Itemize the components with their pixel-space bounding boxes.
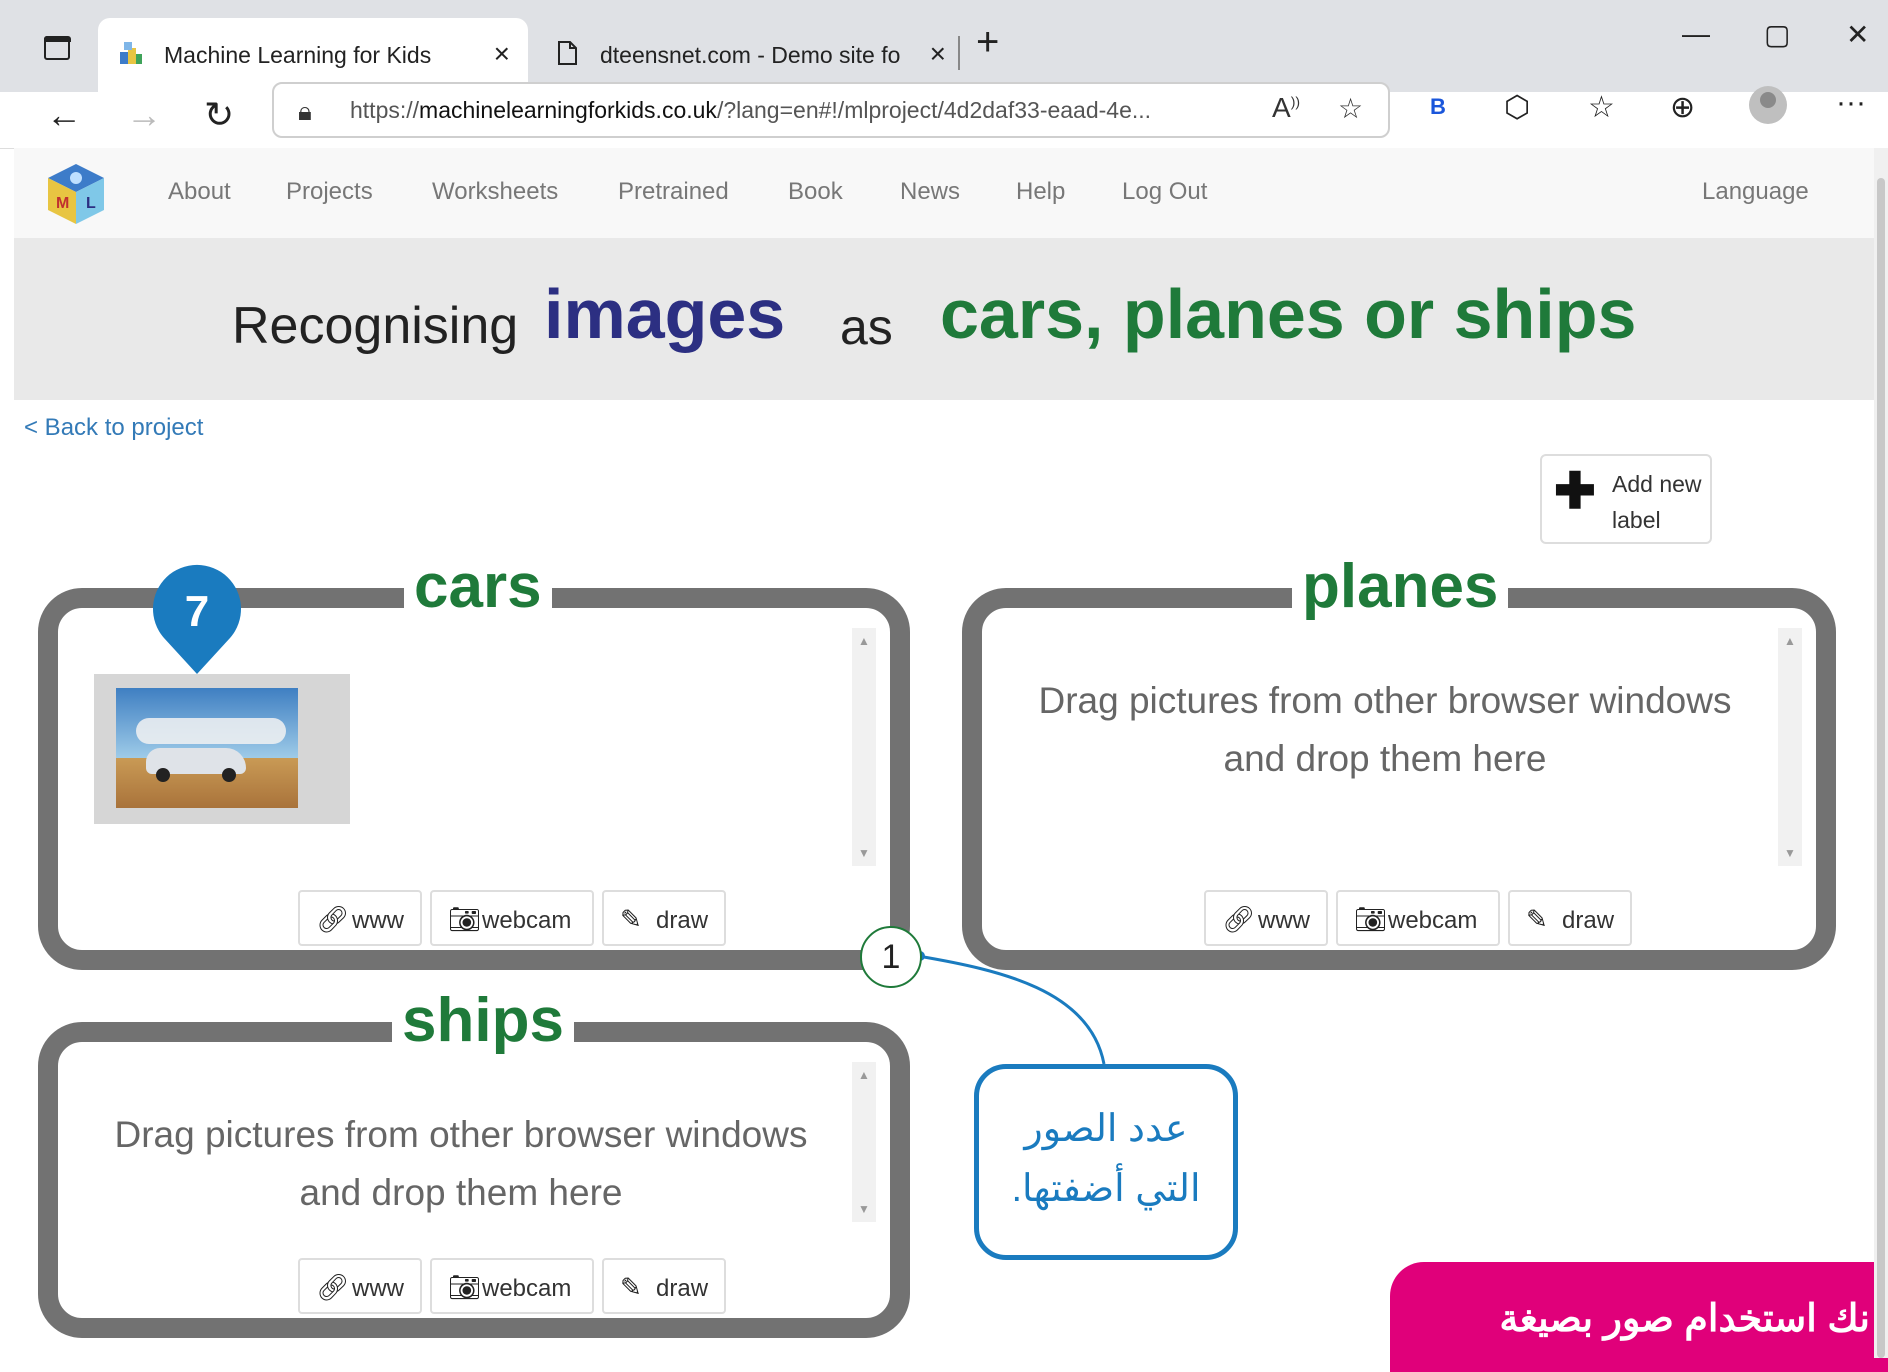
back-to-project-link[interactable]: < Back to project	[24, 414, 203, 442]
camera-icon: 📷︎	[448, 904, 482, 934]
callout-note: عدد الصور التي أضفتها.	[974, 1064, 1238, 1260]
svg-text:M: M	[56, 195, 69, 212]
extensions-icon[interactable]: ⬡	[1504, 90, 1530, 125]
maximize-button[interactable]: ▢	[1764, 18, 1790, 51]
heading-recognising: Recognising	[232, 297, 519, 355]
close-tab-icon[interactable]: ×	[494, 38, 510, 70]
ml-logo-icon[interactable]: M L	[44, 162, 108, 226]
bucket-title: planes	[1292, 552, 1509, 622]
nav-book[interactable]: Book	[788, 178, 843, 206]
add-draw-button[interactable]: ✎ draw	[1508, 890, 1632, 946]
tab-dteensnet[interactable]: dteensnet.com - Demo site for D ×	[534, 18, 964, 92]
add-www-button[interactable]: 🔗︎ www	[1204, 890, 1328, 946]
add-draw-button[interactable]: ✎ draw	[602, 890, 726, 946]
site-favicon-icon	[120, 42, 142, 64]
svg-text:L: L	[86, 195, 96, 212]
link-icon: 🔗︎	[316, 1272, 350, 1302]
nav-pretrained[interactable]: Pretrained	[618, 178, 729, 206]
training-image-card[interactable]	[94, 674, 350, 824]
callout-line1: عدد الصور	[1024, 1108, 1188, 1150]
url-text: https://machinelearningforkids.co.uk/?la…	[350, 97, 1152, 123]
language-menu[interactable]: Language	[1702, 178, 1809, 206]
tab-title: Machine Learning for Kids	[164, 42, 432, 68]
add-draw-button[interactable]: ✎ draw	[602, 1258, 726, 1314]
bing-icon[interactable]: B	[1430, 94, 1446, 120]
add-www-button[interactable]: 🔗︎ www	[298, 1258, 422, 1314]
new-tab-button[interactable]: +	[976, 20, 999, 65]
link-icon: 🔗︎	[316, 904, 350, 934]
reload-icon[interactable]: ↻	[204, 94, 234, 136]
site-navbar: M L About Projects Worksheets Pretrained…	[14, 148, 1874, 239]
bucket-scrollbar[interactable]: ▲ ▼	[852, 628, 876, 866]
drop-zone-text: Drag pictures from other browser windows…	[114, 1114, 808, 1213]
forward-icon[interactable]: →	[126, 94, 162, 136]
page-scrollbar[interactable]	[1874, 148, 1888, 1358]
pencil-icon: ✎	[620, 904, 642, 934]
add-new-label-button[interactable]: ✚ Add new label	[1540, 454, 1712, 544]
add-label-line1: Add new	[1612, 471, 1702, 497]
nav-projects[interactable]: Projects	[286, 178, 373, 206]
bucket-scrollbar[interactable]: ▲ ▼	[1778, 628, 1802, 866]
tab-separator	[958, 36, 960, 70]
browser-toolbar: ← → ↻ 🔒︎ https://machinelearningforkids.…	[0, 82, 1888, 149]
plus-icon: ✚	[1554, 463, 1596, 519]
camera-icon: 📷︎	[448, 1272, 482, 1302]
bucket-scrollbar[interactable]: ▲ ▼	[852, 1062, 876, 1222]
nav-news[interactable]: News	[900, 178, 960, 206]
pin-number: 7	[185, 587, 209, 636]
pencil-icon: ✎	[1526, 904, 1548, 934]
back-icon[interactable]: ←	[46, 94, 82, 136]
tip-banner: نك استخدام صور بصيغة	[1390, 1262, 1888, 1372]
favorites-icon[interactable]: ☆	[1588, 90, 1615, 125]
add-webcam-button[interactable]: 📷︎ webcam	[1336, 890, 1500, 946]
close-window-button[interactable]: ✕	[1846, 18, 1869, 51]
read-aloud-icon[interactable]: A))	[1272, 92, 1300, 124]
more-icon[interactable]: ···	[1836, 86, 1866, 120]
heading-images: images	[544, 275, 786, 353]
image-count-pin: 7	[153, 564, 241, 674]
drop-zone-text: Drag pictures from other browser windows…	[1038, 680, 1732, 779]
profile-icon[interactable]	[1749, 86, 1787, 124]
nav-log-out[interactable]: Log Out	[1122, 178, 1207, 206]
tip-banner-text: نك استخدام صور بصيغة	[1499, 1298, 1870, 1340]
nav-help[interactable]: Help	[1016, 178, 1065, 206]
callout-number-badge: 1	[860, 926, 922, 988]
callout-line2: التي أضفتها.	[1011, 1168, 1201, 1210]
tab-title: dteensnet.com - Demo site for D	[600, 42, 900, 68]
bucket-title: cars	[404, 552, 552, 622]
minimize-button[interactable]: —	[1682, 18, 1710, 50]
heading-labels: cars, planes or ships	[940, 275, 1637, 353]
link-icon: 🔗︎	[1222, 904, 1256, 934]
favorite-add-icon[interactable]: ☆	[1338, 92, 1363, 125]
project-heading: Recognising images as cars, planes or sh…	[14, 238, 1874, 400]
add-webcam-button[interactable]: 📷︎ webcam	[430, 890, 594, 946]
pencil-icon: ✎	[620, 1272, 642, 1302]
close-tab-icon[interactable]: ×	[930, 38, 946, 70]
car-photo-thumbnail	[116, 688, 298, 808]
tab-actions-icon[interactable]	[40, 30, 74, 64]
lock-icon[interactable]: 🔒︎	[298, 96, 312, 128]
collections-icon[interactable]: ⊕	[1670, 90, 1695, 125]
address-bar[interactable]: 🔒︎ https://machinelearningforkids.co.uk/…	[272, 82, 1390, 138]
add-www-button[interactable]: 🔗︎ www	[298, 890, 422, 946]
heading-as: as	[840, 299, 893, 355]
bucket-title: ships	[392, 986, 574, 1056]
browser-tab-bar: Machine Learning for Kids × dteensnet.co…	[0, 0, 1888, 92]
tab-machine-learning-for-kids[interactable]: Machine Learning for Kids ×	[98, 18, 528, 92]
add-label-line2: label	[1612, 507, 1661, 533]
add-webcam-button[interactable]: 📷︎ webcam	[430, 1258, 594, 1314]
camera-icon: 📷︎	[1354, 904, 1388, 934]
page-icon	[558, 41, 577, 65]
bucket-ships[interactable]: ships Drag pictures from other browser w…	[38, 986, 910, 1338]
nav-about[interactable]: About	[168, 178, 231, 206]
bucket-planes[interactable]: planes Drag pictures from other browser …	[962, 552, 1836, 970]
nav-worksheets[interactable]: Worksheets	[432, 178, 558, 206]
